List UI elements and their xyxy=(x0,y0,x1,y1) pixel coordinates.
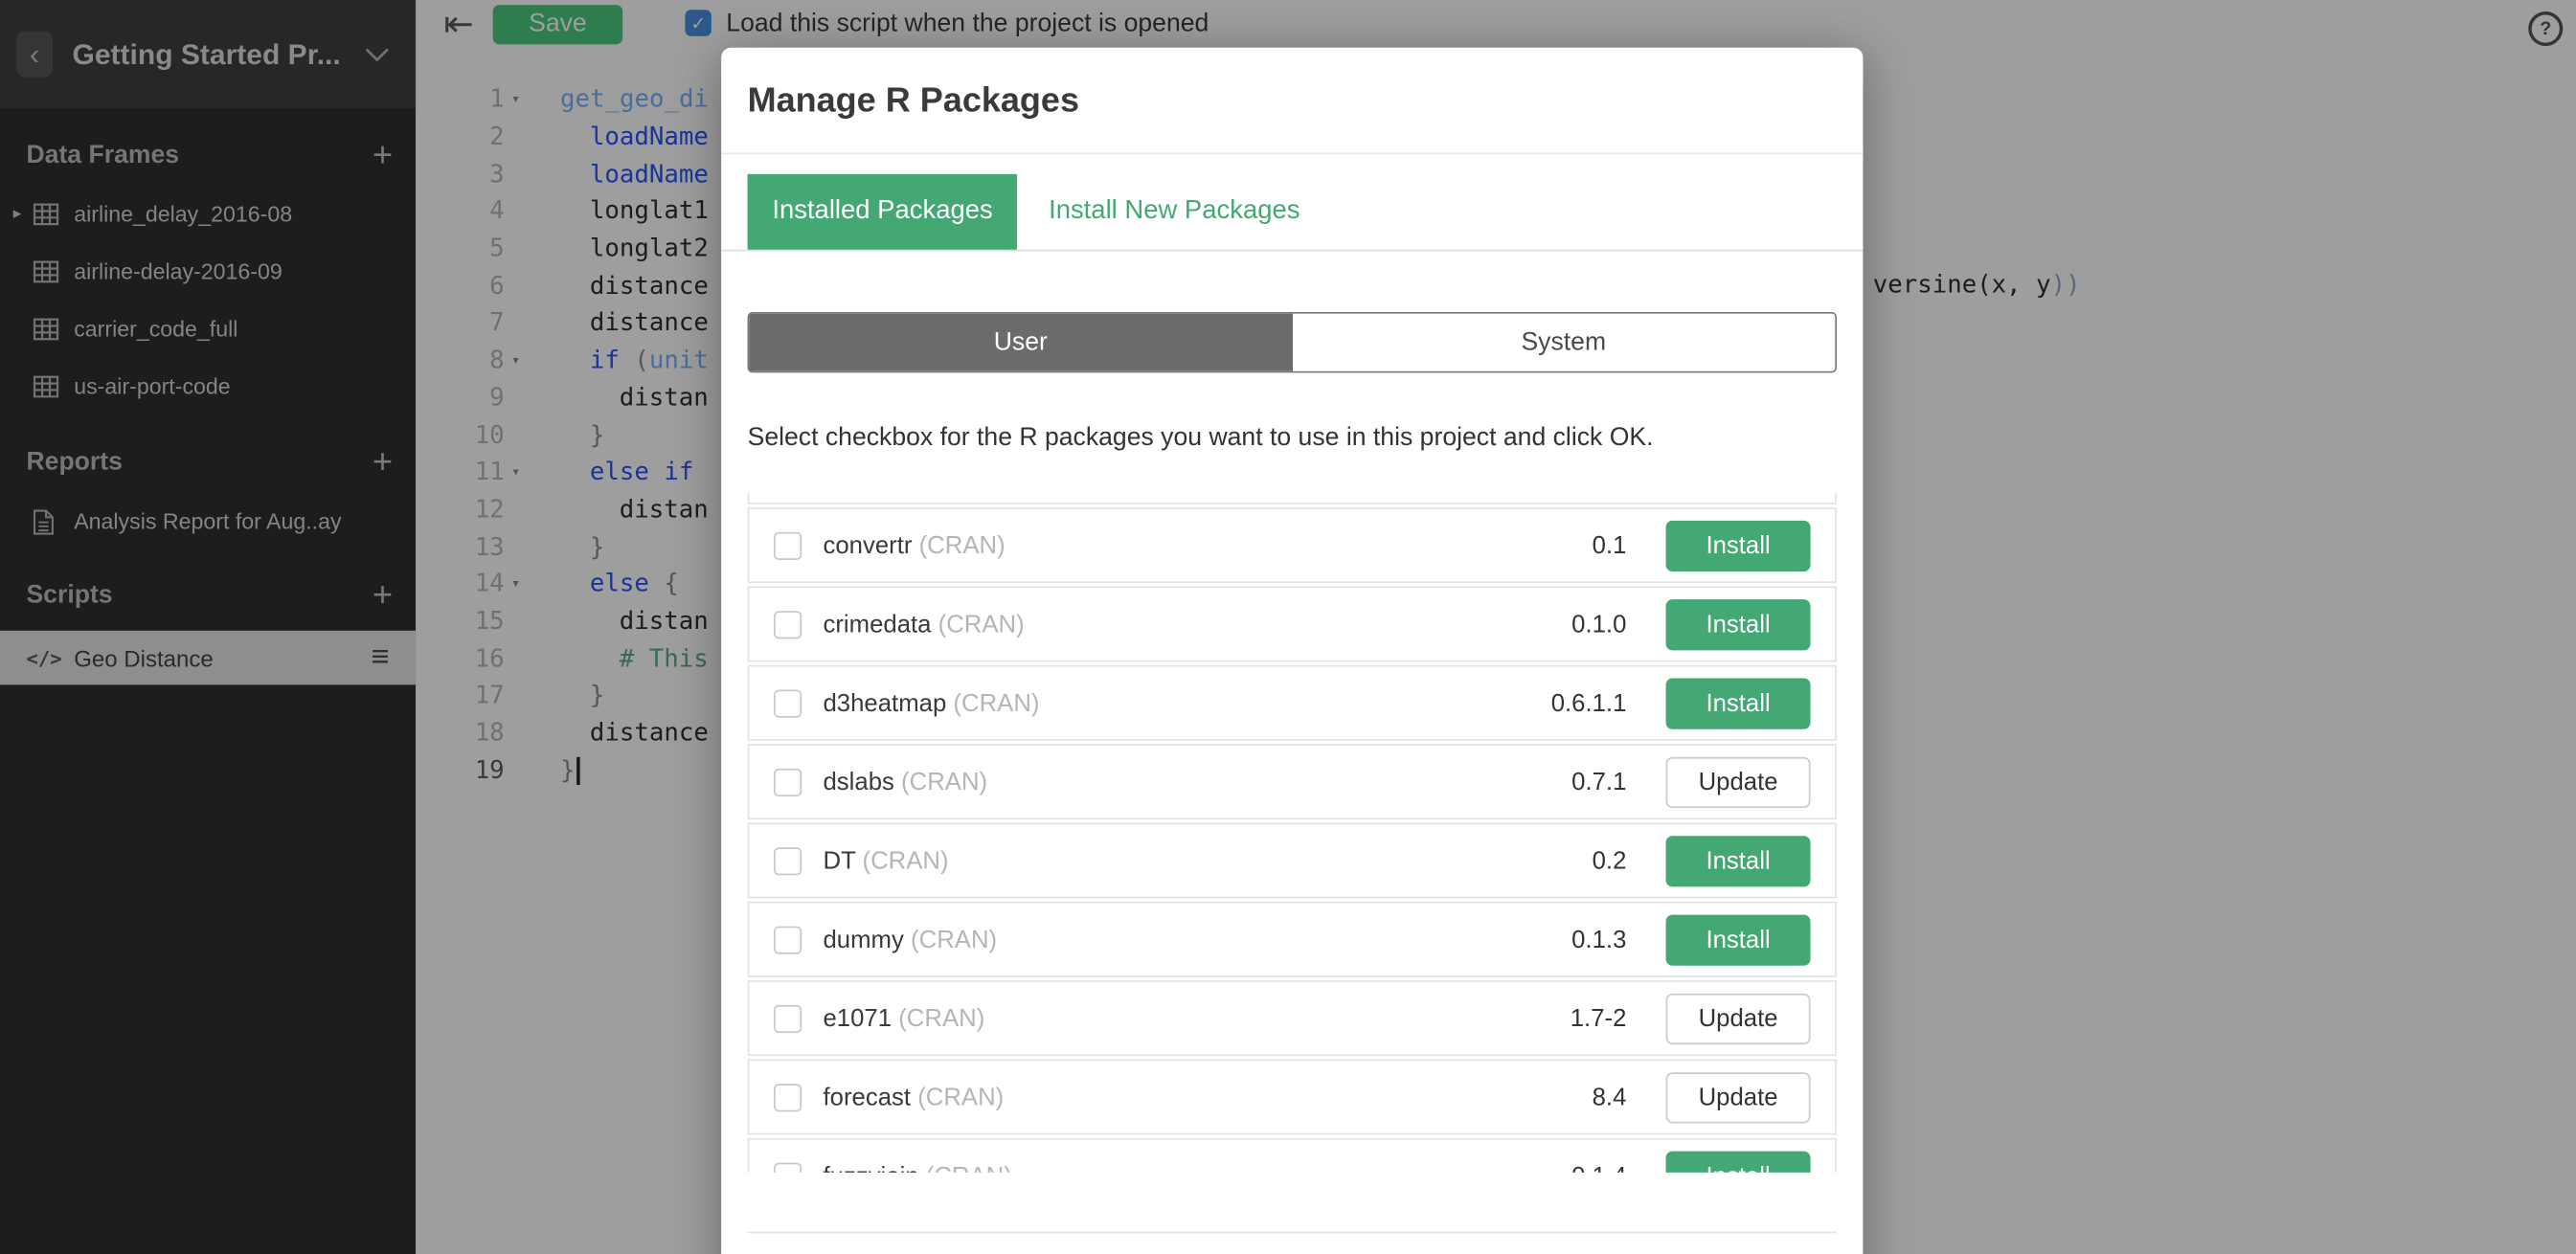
screen: ‹ Getting Started Pr... Data Frames + ▸ … xyxy=(0,0,2576,1254)
tab-install-new-packages[interactable]: Install New Packages xyxy=(1042,174,1306,250)
package-checkbox[interactable] xyxy=(774,610,802,638)
package-repo: (CRAN) xyxy=(938,610,1025,638)
package-name: d3heatmap (CRAN) xyxy=(823,689,1039,717)
package-name: dslabs (CRAN) xyxy=(823,768,987,795)
instruction-text: Select checkbox for the R packages you w… xyxy=(748,424,1837,454)
package-checkbox[interactable] xyxy=(774,1083,802,1110)
package-checkbox[interactable] xyxy=(774,768,802,795)
package-action-button[interactable]: Install xyxy=(1666,914,1811,965)
package-name: convertr (CRAN) xyxy=(823,531,1005,559)
package-checkbox[interactable] xyxy=(774,1004,802,1032)
package-action-button[interactable]: Update xyxy=(1666,993,1811,1043)
manage-r-packages-dialog: Manage R Packages Installed Packages Ins… xyxy=(721,48,1863,1254)
dialog-title: Manage R Packages xyxy=(748,82,1837,122)
package-version: 1.7-2 xyxy=(1570,1004,1627,1032)
package-action-button[interactable]: Install xyxy=(1666,678,1811,728)
package-action-button[interactable]: Install xyxy=(1666,1151,1811,1173)
package-row-partial xyxy=(748,493,1837,504)
package-checkbox[interactable] xyxy=(774,689,802,717)
package-row: crimedata (CRAN) 0.1.0 Install xyxy=(748,586,1837,661)
package-version: 0.7.1 xyxy=(1571,768,1626,795)
package-repo: (CRAN) xyxy=(898,1004,984,1032)
package-row: convertr (CRAN) 0.1 Install xyxy=(748,507,1837,583)
package-action-button[interactable]: Update xyxy=(1666,1071,1811,1122)
package-row: d3heatmap (CRAN) 0.6.1.1 Install xyxy=(748,665,1837,741)
package-action-button[interactable]: Install xyxy=(1666,835,1811,885)
package-row: dslabs (CRAN) 0.7.1 Update xyxy=(748,744,1837,819)
package-repo: (CRAN) xyxy=(911,926,997,953)
package-action-button[interactable]: Update xyxy=(1666,756,1811,807)
package-repo: (CRAN) xyxy=(917,1083,1004,1110)
package-row: dummy (CRAN) 0.1.3 Install xyxy=(748,902,1837,977)
package-name: dummy (CRAN) xyxy=(823,926,997,953)
package-action-button[interactable]: Install xyxy=(1666,520,1811,571)
package-version: 8.4 xyxy=(1593,1083,1627,1110)
package-list[interactable]: convertr (CRAN) 0.1 Install crimedata (C… xyxy=(748,493,1837,1173)
dialog-header: Manage R Packages xyxy=(721,48,1863,155)
app-root: ‹ Getting Started Pr... Data Frames + ▸ … xyxy=(0,0,2576,1254)
package-name: DT (CRAN) xyxy=(823,846,948,874)
package-action-button[interactable]: Install xyxy=(1666,598,1811,649)
package-name: fuzzyjoin (CRAN) xyxy=(823,1162,1011,1173)
package-repo: (CRAN) xyxy=(863,846,949,874)
scope-segmented-control: User System xyxy=(748,312,1837,372)
package-checkbox[interactable] xyxy=(774,1162,802,1173)
package-repo: (CRAN) xyxy=(919,531,1006,559)
package-repo: (CRAN) xyxy=(901,768,987,795)
dialog-tabs: Installed Packages Install New Packages xyxy=(721,154,1863,251)
package-repo: (CRAN) xyxy=(953,689,1039,717)
package-checkbox[interactable] xyxy=(774,846,802,874)
package-row: fuzzyjoin (CRAN) 0.1.4 Install xyxy=(748,1138,1837,1173)
package-repo: (CRAN) xyxy=(926,1162,1012,1173)
package-checkbox[interactable] xyxy=(774,926,802,953)
package-name: forecast (CRAN) xyxy=(823,1083,1004,1110)
package-name: crimedata (CRAN) xyxy=(823,610,1024,638)
package-row: e1071 (CRAN) 1.7-2 Update xyxy=(748,980,1837,1056)
package-row: DT (CRAN) 0.2 Install xyxy=(748,822,1837,898)
scope-system-button[interactable]: System xyxy=(1292,314,1835,371)
package-version: 0.1.4 xyxy=(1571,1162,1626,1173)
package-version: 0.2 xyxy=(1593,846,1627,874)
scope-user-button[interactable]: User xyxy=(749,314,1292,371)
package-checkbox[interactable] xyxy=(774,531,802,559)
package-row: forecast (CRAN) 8.4 Update xyxy=(748,1060,1837,1135)
package-version: 0.1 xyxy=(1593,531,1627,559)
tab-installed-packages[interactable]: Installed Packages xyxy=(748,174,1018,250)
package-name: e1071 (CRAN) xyxy=(823,1004,984,1032)
dialog-content: User System Select checkbox for the R pa… xyxy=(721,312,1863,1254)
package-version: 0.6.1.1 xyxy=(1551,689,1627,717)
dialog-footer xyxy=(748,1232,1837,1254)
package-version: 0.1.0 xyxy=(1571,610,1626,638)
package-version: 0.1.3 xyxy=(1571,926,1626,953)
